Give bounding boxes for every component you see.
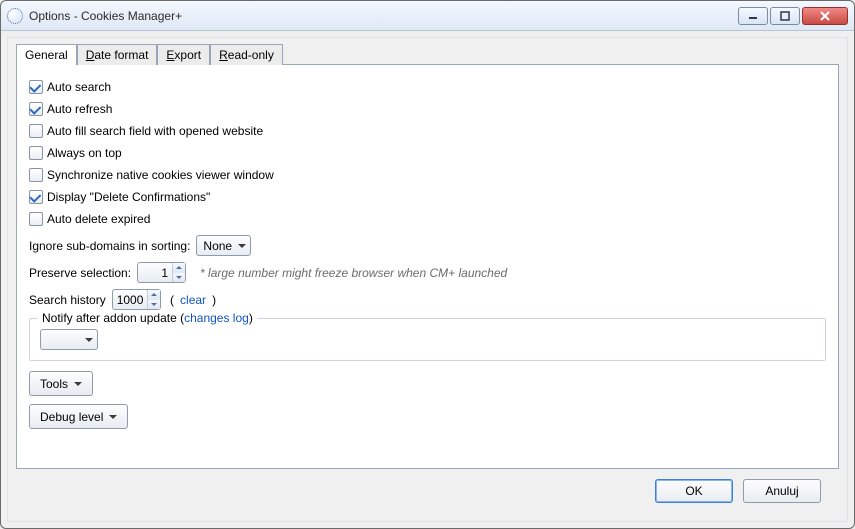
checkbox[interactable] xyxy=(29,146,43,160)
tab-date-format[interactable]: Date format xyxy=(77,44,158,65)
row-search-history: Search history (clear) xyxy=(29,289,826,310)
chevron-up-icon xyxy=(151,293,157,296)
tab-export[interactable]: Export xyxy=(157,44,210,65)
chevron-down-icon xyxy=(85,338,93,342)
chevron-down-icon xyxy=(151,303,157,306)
window: Options - Cookies Manager+ General Date … xyxy=(0,0,855,529)
checkbox[interactable] xyxy=(29,190,43,204)
window-title: Options - Cookies Manager+ xyxy=(29,9,736,23)
fieldset-notify: Notify after addon update (changes log) xyxy=(29,318,826,361)
tab-read-only[interactable]: Read-only xyxy=(210,44,283,65)
history-spinner[interactable] xyxy=(112,289,161,310)
preserve-step-down[interactable] xyxy=(173,273,185,283)
checkbox-label: Always on top xyxy=(47,146,122,160)
checkbox[interactable] xyxy=(29,168,43,182)
checkbox-row: Auto refresh xyxy=(29,99,826,119)
ignore-value: None xyxy=(203,239,232,253)
app-icon xyxy=(7,8,23,24)
row-debug: Debug level xyxy=(29,404,826,429)
close-icon xyxy=(820,11,830,21)
dialog-footer: OK Anuluj xyxy=(16,469,839,513)
tab-general[interactable]: General xyxy=(16,44,77,65)
changes-log-link[interactable]: changes log xyxy=(184,311,249,325)
debug-level-button[interactable]: Debug level xyxy=(29,404,128,429)
checkbox[interactable] xyxy=(29,212,43,226)
notify-legend: Notify after addon update (changes log) xyxy=(38,311,257,325)
titlebar[interactable]: Options - Cookies Manager+ xyxy=(1,1,854,31)
row-preserve-selection: Preserve selection: * large number might… xyxy=(29,262,826,283)
history-clear-link[interactable]: clear xyxy=(180,293,206,307)
preserve-step-up[interactable] xyxy=(173,263,185,273)
ok-button[interactable]: OK xyxy=(655,479,733,503)
checkbox-row: Auto search xyxy=(29,77,826,97)
checkbox-label: Auto refresh xyxy=(47,102,112,116)
close-button[interactable] xyxy=(802,7,848,25)
checkbox-label: Auto fill search field with opened websi… xyxy=(47,124,263,138)
checkbox-row: Auto fill search field with opened websi… xyxy=(29,121,826,141)
maximize-icon xyxy=(780,11,790,21)
cancel-button[interactable]: Anuluj xyxy=(743,479,821,503)
chevron-down-icon xyxy=(238,244,246,248)
history-step-down[interactable] xyxy=(148,300,160,310)
preserve-label: Preserve selection: xyxy=(29,266,131,280)
history-step-up[interactable] xyxy=(148,290,160,300)
row-tools: Tools xyxy=(29,371,826,396)
checkbox[interactable] xyxy=(29,80,43,94)
checkbox[interactable] xyxy=(29,124,43,138)
checkbox-row: Display "Delete Confirmations" xyxy=(29,187,826,207)
content: General Date format Export Read-only Aut… xyxy=(7,37,848,522)
ignore-select[interactable]: None xyxy=(196,235,251,256)
row-ignore-subdomains: Ignore sub-domains in sorting: None xyxy=(29,235,826,256)
maximize-button[interactable] xyxy=(770,7,800,25)
window-controls xyxy=(736,7,848,25)
checkbox-label: Synchronize native cookies viewer window xyxy=(47,168,274,182)
history-label: Search history xyxy=(29,293,106,307)
notify-select[interactable] xyxy=(40,329,98,350)
chevron-down-icon xyxy=(176,276,182,279)
checkbox-label: Display "Delete Confirmations" xyxy=(47,190,210,204)
tab-bar: General Date format Export Read-only xyxy=(16,44,839,64)
preserve-note: * large number might freeze browser when… xyxy=(200,266,507,280)
chevron-down-icon xyxy=(109,415,117,419)
ignore-label: Ignore sub-domains in sorting: xyxy=(29,239,190,253)
tools-button[interactable]: Tools xyxy=(29,371,93,396)
preserve-spinner[interactable] xyxy=(137,262,186,283)
checkbox-row: Auto delete expired xyxy=(29,209,826,229)
chevron-down-icon xyxy=(74,382,82,386)
checkbox-label: Auto search xyxy=(47,80,111,94)
history-input[interactable] xyxy=(113,290,147,309)
minimize-icon xyxy=(748,11,758,21)
checkbox-list: Auto search Auto refresh Auto fill search … xyxy=(29,77,826,229)
panel-general: Auto search Auto refresh Auto fill search … xyxy=(16,64,839,469)
preserve-input[interactable] xyxy=(138,263,172,282)
checkbox-row: Synchronize native cookies viewer window xyxy=(29,165,826,185)
checkbox-label: Auto delete expired xyxy=(47,212,150,226)
chevron-up-icon xyxy=(176,266,182,269)
checkbox[interactable] xyxy=(29,102,43,116)
minimize-button[interactable] xyxy=(738,7,768,25)
checkbox-row: Always on top xyxy=(29,143,826,163)
